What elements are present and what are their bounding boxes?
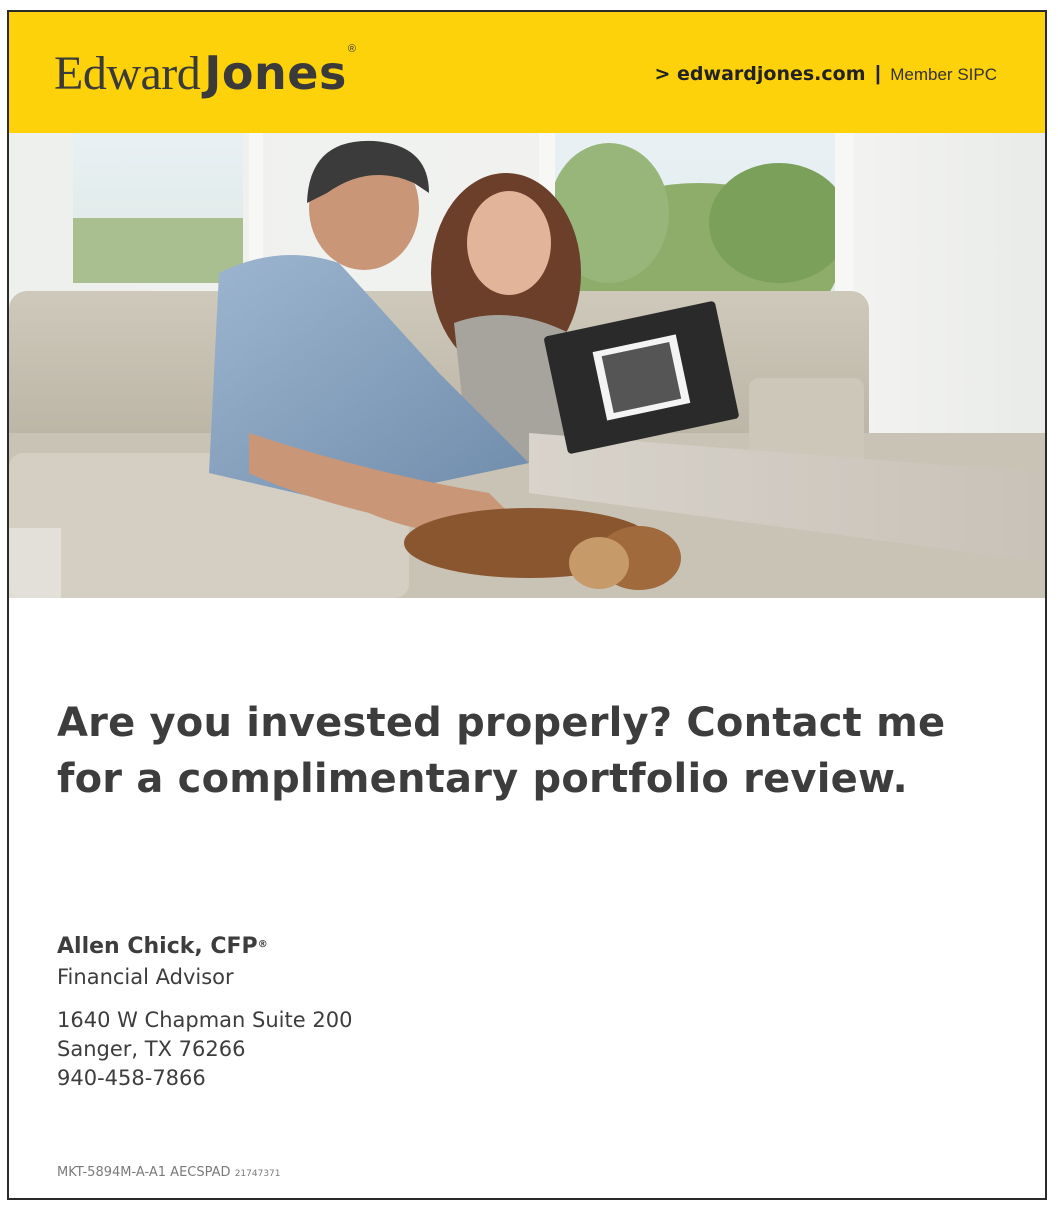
advisor-name-text: Allen Chick, CFP [57,934,258,959]
brand-header: EdwardJones® > edwardjones.com | Member … [9,12,1045,133]
address-line-2: Sanger, TX 76266 [57,1037,246,1061]
header-links: > edwardjones.com | Member SIPC [655,63,997,86]
couple-with-photo-album-and-dog-image [9,133,1045,598]
ad-code: MKT-5894M-A-A1 AECSPAD 21747371 [57,1165,281,1180]
logo-word-edward: Edward [54,47,201,100]
headline-line-1: Are you invested properly? Contact me [57,700,946,746]
advisor-address: 1640 W Chapman Suite 200 Sanger, TX 7626… [57,1006,352,1093]
advisor-registered-mark: ® [257,939,268,950]
advertisement: EdwardJones® > edwardjones.com | Member … [7,10,1047,1200]
ad-code-number: 21747371 [234,1169,281,1179]
edward-jones-logo[interactable]: EdwardJones® [54,44,356,100]
advisor-title: Financial Advisor [57,965,234,989]
header-separator: | [875,63,881,85]
advisor-name: Allen Chick, CFP® [57,932,352,962]
headline: Are you invested properly? Contact me fo… [57,695,997,807]
ad-code-main: MKT-5894M-A-A1 AECSPAD [57,1165,231,1180]
registered-mark: ® [347,43,356,55]
phone-number[interactable]: 940-458-7866 [57,1064,352,1093]
website-link[interactable]: > edwardjones.com [655,63,866,85]
member-sipc-text: Member SIPC [890,65,997,84]
headline-line-2: for a complimentary portfolio review. [57,756,908,802]
address-line-1: 1640 W Chapman Suite 200 [57,1008,353,1032]
advisor-contact-block: Allen Chick, CFP® Financial Advisor 1640… [57,932,352,1093]
logo-word-jones: Jones [204,46,347,100]
